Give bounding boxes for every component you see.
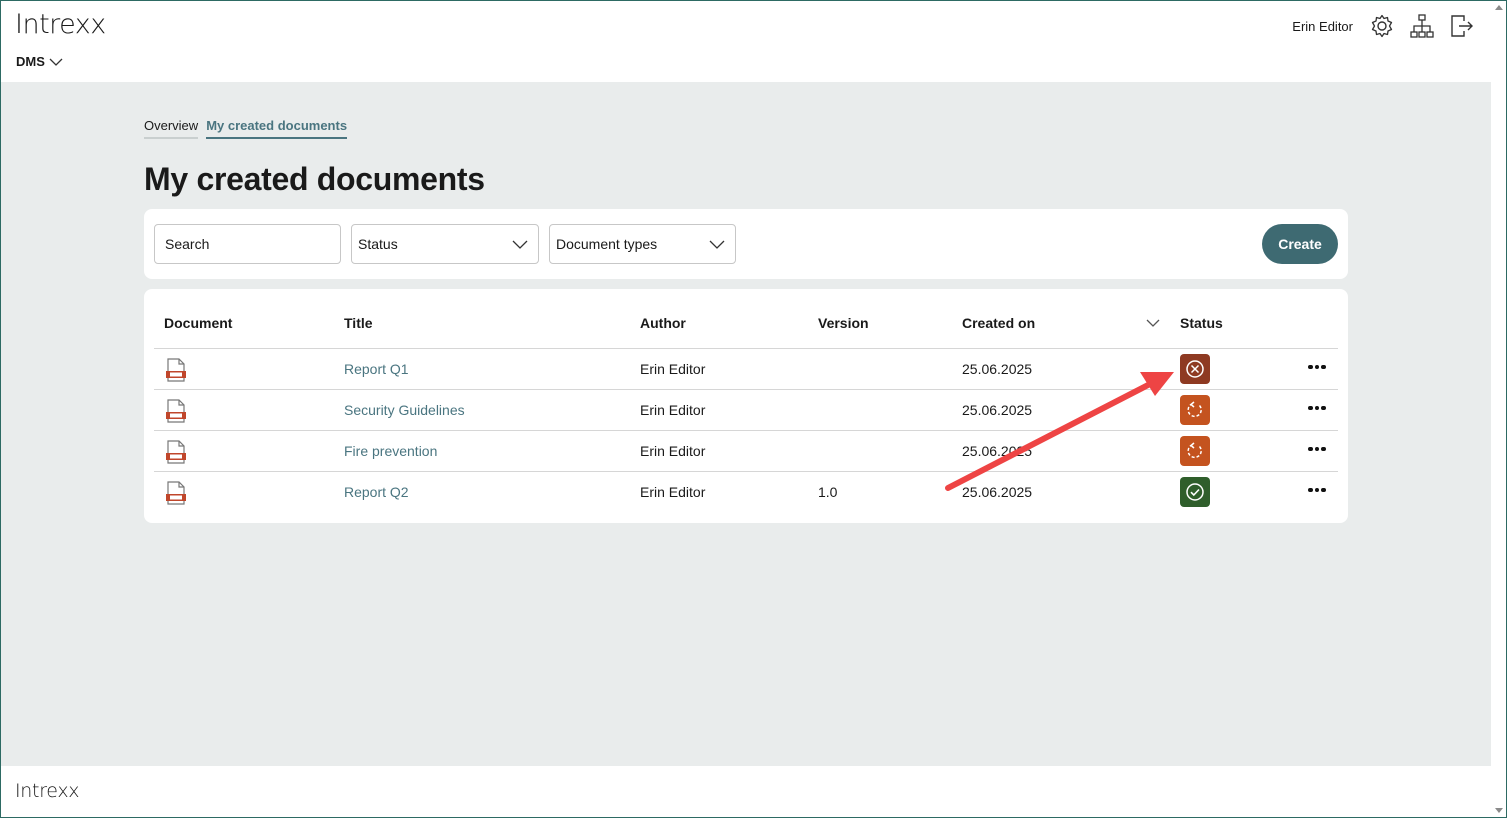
status-approved-badge[interactable] (1180, 477, 1210, 507)
sitemap-icon[interactable] (1409, 13, 1435, 39)
gear-icon[interactable] (1369, 13, 1395, 39)
x-circle-icon (1186, 360, 1204, 378)
created-on-cell: 25.06.2025 (962, 443, 1033, 459)
created-on-cell: 25.06.2025 (962, 361, 1033, 377)
table-row: Report Q2 Erin Editor 1.0 25.06.2025 (154, 472, 1338, 513)
search-input[interactable] (154, 224, 341, 264)
vertical-scrollbar[interactable] (1491, 1, 1506, 817)
table-row: Report Q1 Erin Editor 25.06.2025 (154, 349, 1338, 390)
more-options-button[interactable] (1304, 355, 1330, 379)
sort-chevron-down-icon[interactable] (1146, 319, 1160, 328)
logout-icon[interactable] (1449, 13, 1475, 39)
footer-intrexx-logo: Intrexx (15, 780, 80, 802)
version-cell: 1.0 (818, 484, 838, 500)
author-cell: Erin Editor (640, 361, 706, 377)
scroll-down-arrow-icon[interactable] (1495, 808, 1503, 813)
author-cell: Erin Editor (640, 443, 706, 459)
main-content: Overview My created documents My created… (1, 82, 1491, 766)
status-filter-label: Status (358, 236, 398, 252)
scroll-up-arrow-icon[interactable] (1495, 5, 1503, 10)
document-file-icon[interactable] (164, 398, 188, 424)
more-options-button[interactable] (1304, 396, 1330, 420)
intrexx-logo[interactable]: Intrexx (15, 9, 106, 40)
document-title-link[interactable]: Security Guidelines (344, 402, 465, 418)
more-options-button[interactable] (1304, 478, 1330, 502)
col-status[interactable]: Status (1180, 315, 1223, 331)
status-filter-select[interactable]: Status (351, 224, 539, 264)
more-options-button[interactable] (1304, 437, 1330, 461)
refresh-icon (1187, 442, 1202, 459)
document-file-icon[interactable] (164, 480, 188, 506)
footer: Intrexx (1, 766, 1491, 817)
refresh-icon (1187, 401, 1202, 418)
document-title-link[interactable]: Report Q2 (344, 484, 409, 500)
table-row: Fire prevention Erin Editor 25.06.2025 (154, 431, 1338, 472)
filter-bar: Status Document types Create (144, 209, 1348, 279)
tab-bar: Overview My created documents (144, 118, 348, 139)
user-name[interactable]: Erin Editor (1292, 19, 1353, 34)
check-circle-icon (1186, 483, 1204, 501)
col-title[interactable]: Title (344, 315, 373, 331)
status-rejected-badge[interactable] (1180, 354, 1210, 384)
page-title: My created documents (144, 161, 485, 197)
document-type-select[interactable]: Document types (549, 224, 736, 264)
col-author[interactable]: Author (640, 315, 686, 331)
document-file-icon[interactable] (164, 357, 188, 383)
col-version[interactable]: Version (818, 315, 869, 331)
chevron-down-icon (709, 240, 725, 249)
app-menu-label: DMS (16, 54, 45, 69)
table-header: Document Title Author Version Created on… (154, 289, 1338, 349)
created-on-cell: 25.06.2025 (962, 484, 1033, 500)
chevron-down-icon (512, 240, 528, 249)
tab-overview[interactable]: Overview (144, 118, 199, 139)
col-document: Document (164, 315, 233, 331)
created-on-cell: 25.06.2025 (962, 402, 1033, 418)
tab-my-created-documents[interactable]: My created documents (206, 118, 348, 139)
document-file-icon[interactable] (164, 439, 188, 465)
author-cell: Erin Editor (640, 402, 706, 418)
author-cell: Erin Editor (640, 484, 706, 500)
create-button[interactable]: Create (1262, 224, 1338, 264)
documents-table: Document Title Author Version Created on… (144, 289, 1348, 523)
col-created-on[interactable]: Created on (962, 315, 1035, 331)
chevron-down-icon (49, 58, 63, 66)
app-menu-dms[interactable]: DMS (16, 54, 63, 69)
document-type-label: Document types (556, 236, 658, 252)
document-title-link[interactable]: Report Q1 (344, 361, 409, 377)
table-row: Security Guidelines Erin Editor 25.06.20… (154, 390, 1338, 431)
status-in-progress-badge[interactable] (1180, 395, 1210, 425)
document-title-link[interactable]: Fire prevention (344, 443, 437, 459)
status-in-progress-badge[interactable] (1180, 436, 1210, 466)
top-header: Intrexx DMS Erin Editor (1, 1, 1491, 82)
